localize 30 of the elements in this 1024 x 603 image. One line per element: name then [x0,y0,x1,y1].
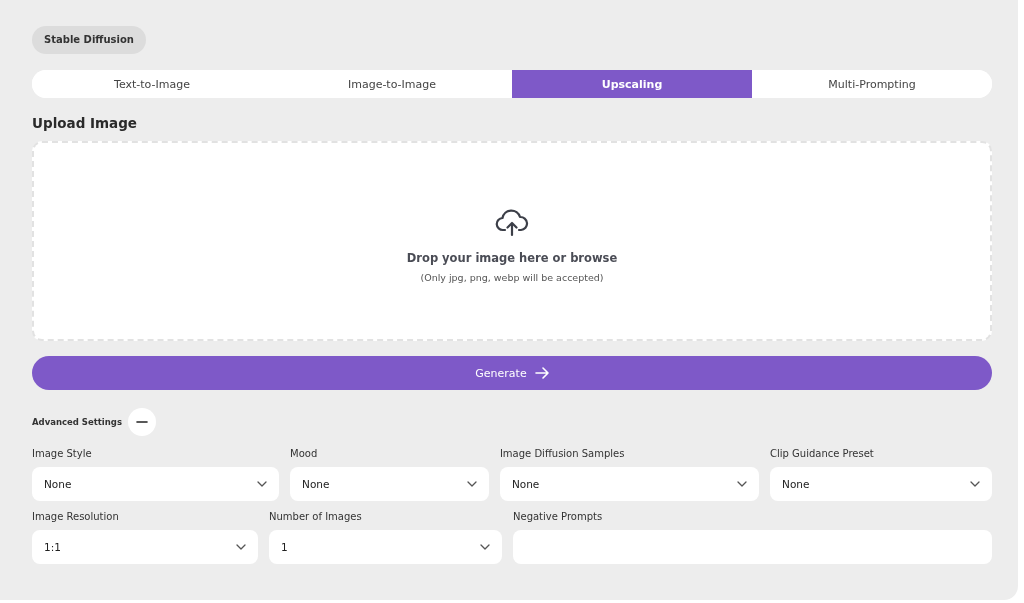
field-label: Mood [290,448,319,459]
field-label: Image Style [32,448,93,459]
dropdown[interactable]: None [32,467,280,501]
chevron-down-icon [257,481,268,487]
dropdown[interactable]: None [770,467,992,501]
chevron-down-icon [970,481,980,487]
generate-button[interactable]: Generate [32,356,992,390]
field-label: Image Resolution [32,511,120,522]
field-label: Clip Guidance Preset [770,448,875,459]
drop-instruction: Drop your image here or browse [406,251,618,265]
tab[interactable]: Upscaling [512,70,752,98]
collapse-toggle[interactable] [127,408,156,436]
dropdown[interactable]: 1 [269,530,502,564]
cloud-upload-icon [495,209,529,237]
dropdown[interactable]: 1:1 [32,530,258,564]
chevron-down-icon [466,481,477,487]
dropdown[interactable]: None [290,467,489,501]
advanced-settings-label: Advanced Settings [32,417,122,427]
model-badge: Stable Diffusion [32,26,146,54]
dropdown[interactable]: None [499,467,760,501]
field-label: Number of Images [269,511,363,522]
file-type-hint: (Only jpg, png, webp will be accepted) [420,272,604,283]
chevron-down-icon [737,481,748,487]
chevron-down-icon [480,544,490,550]
upload-dropzone[interactable]: Drop your image here or browse (Only jpg, png, webp will be accepted) [32,141,992,341]
chevron-down-icon [236,544,246,550]
field-label: Negative Prompts [513,511,604,522]
arrow-right-icon [534,367,549,379]
section-title: Upload Image [32,115,139,131]
field-label: Image Diffusion Samples [499,448,626,459]
